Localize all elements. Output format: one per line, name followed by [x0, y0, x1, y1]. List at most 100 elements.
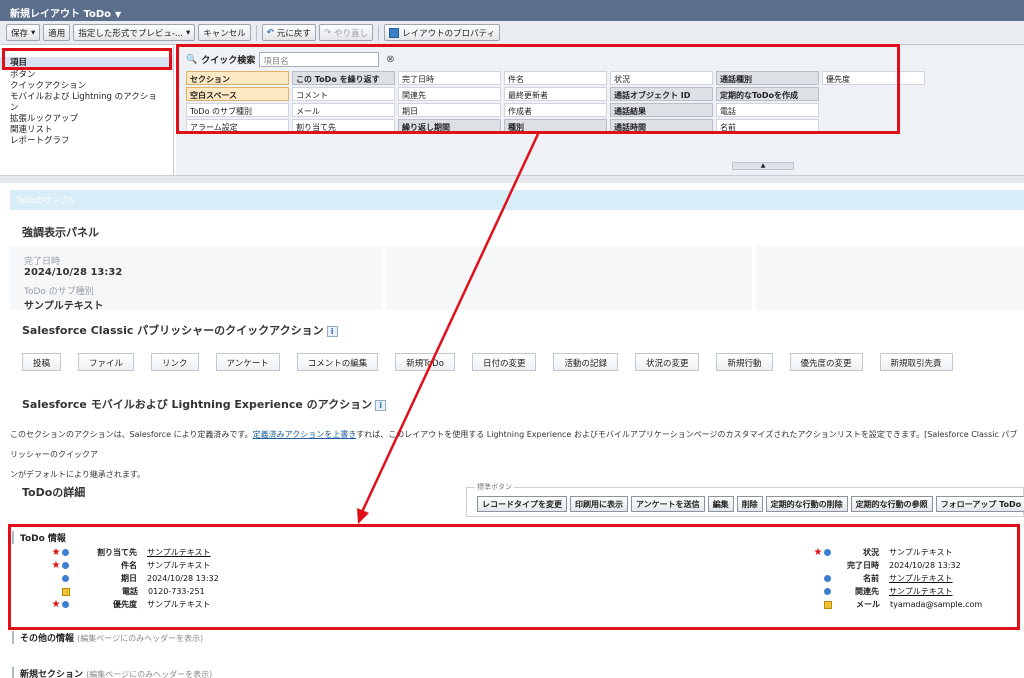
- palette-field-item[interactable]: 繰り返し期間: [398, 119, 501, 133]
- palette-category-mobile-actions[interactable]: モバイルおよび Lightning のアクション: [0, 92, 173, 114]
- quick-action-button[interactable]: 新規取引先責: [879, 353, 953, 371]
- standard-button[interactable]: 定期的な行動の削除: [765, 496, 848, 512]
- detail-field-row[interactable]: 電話 0120-733-251: [50, 585, 205, 598]
- palette-field-item[interactable]: 完了日時: [398, 71, 501, 85]
- palette-field-item[interactable]: コメント: [292, 87, 395, 101]
- palette-category-report-charts[interactable]: レポートグラフ: [0, 136, 173, 147]
- hl-field-value: 2024/10/28 13:32: [24, 267, 123, 278]
- override-actions-link[interactable]: 定義済みアクションを上書き: [253, 430, 357, 439]
- palette-field-item[interactable]: アラーム設定: [186, 119, 289, 133]
- field-value[interactable]: サンプルテキスト: [889, 586, 953, 597]
- field-dot-icon: [824, 575, 831, 582]
- palette-field-area: 🔍 クイック検索 項目名 ⊗ セクション この ToDo を繰り返す 完了日時 件名状…: [176, 45, 1024, 175]
- detail-field-row[interactable]: ★ 状況 サンプルテキスト: [812, 546, 953, 559]
- detail-field-row[interactable]: ★ 割り当て先 サンプルテキスト: [50, 546, 211, 559]
- detail-field-row[interactable]: 関連先 サンプルテキスト: [812, 585, 953, 598]
- required-star-icon: ★: [51, 599, 61, 610]
- detail-field-row[interactable]: 期日 2024/10/28 13:32: [50, 572, 219, 585]
- quick-action-button[interactable]: 日付の変更: [471, 353, 537, 371]
- palette-field-item[interactable]: この ToDo を繰り返す: [292, 71, 395, 85]
- field-value: サンプルテキスト: [889, 548, 953, 557]
- chevron-down-icon[interactable]: ▼: [115, 10, 121, 19]
- palette-field-item[interactable]: 通話時間: [610, 119, 713, 133]
- palette-field-item[interactable]: 件名: [504, 71, 607, 85]
- field-value[interactable]: サンプルテキスト: [147, 547, 211, 558]
- standard-button[interactable]: 定期的な行動の参照: [850, 496, 933, 512]
- highlight-column: 完了日時 2024/10/28 13:32 ToDo のサブ種別 サンプルテキス…: [10, 246, 382, 312]
- clear-icon[interactable]: ⊗: [386, 54, 394, 65]
- quick-action-button[interactable]: 新規行動: [716, 353, 773, 371]
- palette-category-quick-actions[interactable]: クイックアクション: [0, 81, 173, 92]
- quick-action-button[interactable]: 状況の変更: [634, 353, 700, 371]
- hl-field-label: 完了日時: [24, 257, 61, 267]
- info-icon[interactable]: i: [326, 325, 338, 337]
- palette-field-item[interactable]: 作成者: [504, 103, 607, 117]
- palette-field-item[interactable]: 最終更新者: [504, 87, 607, 101]
- palette-category-buttons[interactable]: ボタン: [0, 70, 173, 81]
- save-button[interactable]: 保存 ▾: [6, 24, 41, 41]
- quick-action-button[interactable]: 新規ToDo: [395, 353, 455, 371]
- detail-field-row[interactable]: 名前 サンプルテキスト: [812, 572, 953, 585]
- standard-button[interactable]: レコードタイプを変更: [477, 496, 567, 512]
- palette-field-item[interactable]: 名前: [716, 119, 819, 133]
- preview-as-button[interactable]: 指定した形式でプレビュ-... ▾: [73, 24, 196, 41]
- standard-button[interactable]: 印刷用に表示: [570, 496, 628, 512]
- quick-search-input[interactable]: 項目名: [259, 52, 380, 67]
- palette-field-item[interactable]: セクション: [186, 71, 289, 85]
- cancel-button[interactable]: キャンセル: [198, 24, 251, 41]
- palette-field-item[interactable]: メール: [292, 103, 395, 117]
- standard-button[interactable]: アンケートを送信: [631, 496, 705, 512]
- classic-actions-row[interactable]: 投稿 ファイル リンク アンケート コメントの編集 新規ToDo 日付の変更 活動の記録 状況の…: [22, 353, 953, 371]
- layout-toolbar: 保存 ▾ 適用 指定した形式でプレビュ-... ▾ キャンセル ↶ 元に戻す ↷ やり直…: [0, 21, 1024, 45]
- apply-button[interactable]: 適用: [43, 24, 71, 41]
- detail-field-row[interactable]: ★ 優先度 サンプルテキスト: [50, 598, 211, 611]
- palette-field-item[interactable]: 関連先: [398, 87, 501, 101]
- standard-button[interactable]: 削除: [736, 496, 763, 512]
- new-section-header[interactable]: 新規セクション (編集ページにのみヘッダーを表示): [12, 667, 212, 678]
- undo-button[interactable]: ↶ 元に戻す: [261, 24, 316, 41]
- layout-properties-label: レイアウトのプロパティ: [402, 28, 496, 39]
- window-title-bar[interactable]: 新規レイアウト ToDo ▼: [0, 0, 1024, 21]
- standard-button[interactable]: 編集: [707, 496, 734, 512]
- search-icon: 🔍: [186, 54, 198, 65]
- layout-properties-button[interactable]: レイアウトのプロパティ: [384, 24, 501, 41]
- palette-empty-cell: [822, 103, 925, 117]
- quick-action-button[interactable]: 優先度の変更: [789, 353, 863, 371]
- redo-button[interactable]: ↷ やり直し: [318, 24, 374, 41]
- field-value[interactable]: サンプルテキスト: [889, 573, 953, 584]
- palette-field-item[interactable]: 優先度: [822, 71, 925, 85]
- palette-field-item[interactable]: 定期的なToDoを作成: [716, 87, 819, 101]
- field-label: 状況: [863, 548, 879, 557]
- mobile-actions-title-text: Salesforce モバイルおよび Lightning Experience …: [22, 398, 373, 411]
- detail-field-row[interactable]: ★ 件名 サンプルテキスト: [50, 559, 211, 572]
- highlight-panel[interactable]: 完了日時 2024/10/28 13:32 ToDo のサブ種別 サンプルテキス…: [10, 246, 1024, 312]
- palette-field-item[interactable]: 通話種別: [716, 71, 819, 85]
- other-info-section-header[interactable]: その他の情報 (編集ページにのみヘッダーを表示): [12, 631, 203, 644]
- standard-button[interactable]: フォローアップ ToDo: [935, 496, 1024, 512]
- collapse-handle[interactable]: ▲: [732, 162, 794, 170]
- palette-category-fields[interactable]: 項目: [0, 57, 173, 70]
- detail-field-row[interactable]: 完了日時 2024/10/28 13:32: [812, 559, 961, 572]
- quick-action-button[interactable]: コメントの編集: [296, 353, 379, 371]
- palette-divider[interactable]: [0, 175, 1024, 183]
- quick-action-button[interactable]: ファイル: [78, 353, 135, 371]
- palette-field-item[interactable]: ToDo のサブ種別: [186, 103, 289, 117]
- field-label: 件名: [121, 561, 137, 570]
- palette-field-item[interactable]: 通話オブジェクト ID: [610, 87, 713, 101]
- quick-action-button[interactable]: アンケート: [215, 353, 280, 371]
- todo-info-section-header[interactable]: ToDo 情報: [12, 531, 66, 544]
- palette-field-item[interactable]: 通話結果: [610, 103, 713, 117]
- palette-field-item[interactable]: 電話: [716, 103, 819, 117]
- info-icon[interactable]: i: [375, 399, 387, 411]
- palette-field-item[interactable]: 割り当て先: [292, 119, 395, 133]
- quick-action-button[interactable]: 投稿: [22, 353, 62, 371]
- detail-field-row[interactable]: メール tyamada@sample.com: [812, 598, 982, 611]
- palette-field-item[interactable]: 状況: [610, 71, 713, 85]
- palette-field-item[interactable]: 種別: [504, 119, 607, 133]
- palette-field-item[interactable]: 空白スペース: [186, 87, 289, 101]
- quick-action-button[interactable]: 活動の記録: [553, 353, 618, 371]
- palette-category-expanded-lookups[interactable]: 拡張ルックアップ: [0, 114, 173, 125]
- palette-field-item[interactable]: 期日: [398, 103, 501, 117]
- quick-action-button[interactable]: リンク: [151, 353, 199, 371]
- palette-category-related-lists[interactable]: 関連リスト: [0, 125, 173, 136]
